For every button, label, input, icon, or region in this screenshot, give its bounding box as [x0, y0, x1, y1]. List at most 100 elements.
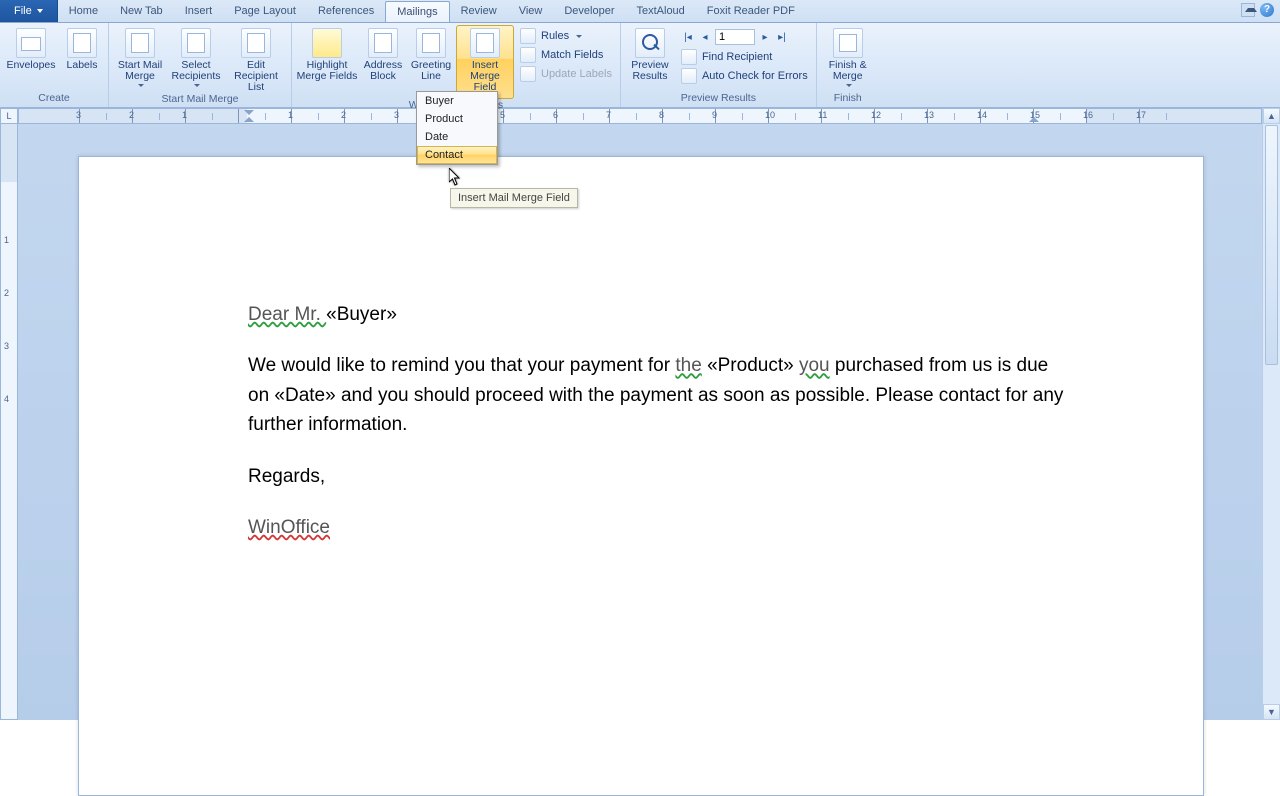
p1-product-field: «Product» [707, 355, 794, 376]
auto-check-errors-button[interactable]: Auto Check for Errors [677, 67, 812, 85]
tab-mailings[interactable]: Mailings [385, 1, 449, 22]
record-navigator: |◂ ◂ ▸ ▸| [677, 27, 812, 47]
tab-strip: File Home New Tab Insert Page Layout Ref… [0, 0, 1280, 23]
group-preview-label: Preview Results [625, 92, 812, 107]
group-preview-results: Preview Results |◂ ◂ ▸ ▸| Find Recipient… [621, 23, 817, 107]
rules-label: Rules [541, 30, 569, 42]
group-finish: Finish & Merge Finish [817, 23, 879, 107]
insert-merge-field-label: Insert Merge Field [457, 60, 513, 93]
caret-down-icon [37, 9, 43, 13]
rules-icon [520, 28, 536, 44]
tab-developer[interactable]: Developer [553, 1, 625, 22]
match-fields-icon [520, 47, 536, 63]
caret-down-icon [138, 84, 144, 87]
p1-the: the [675, 355, 701, 376]
tab-insert[interactable]: Insert [174, 1, 224, 22]
merge-field-item-date[interactable]: Date [417, 128, 497, 146]
tab-home[interactable]: Home [58, 1, 109, 22]
edit-recipient-list-label: Edit Recipient List [225, 60, 287, 93]
start-mail-merge-label: Start Mail Merge [118, 60, 162, 82]
highlight-icon [312, 28, 342, 58]
document-workspace: L 3211234567891011121314151617 1234 ▲ ▼ … [0, 108, 1280, 720]
scroll-up-button[interactable]: ▲ [1263, 108, 1280, 124]
edit-recipient-list-button[interactable]: Edit Recipient List [225, 25, 287, 93]
update-labels-button: Update Labels [516, 65, 616, 83]
preview-results-button[interactable]: Preview Results [625, 25, 675, 82]
tab-page-layout[interactable]: Page Layout [223, 1, 307, 22]
merge-field-item-contact[interactable]: Contact [417, 146, 497, 164]
edit-recipient-list-icon [241, 28, 271, 58]
envelope-icon [16, 28, 46, 58]
scroll-down-button[interactable]: ▼ [1263, 704, 1280, 720]
write-small-buttons: Rules Match Fields Update Labels [516, 25, 616, 83]
labels-button[interactable]: Labels [60, 25, 104, 71]
greeting-line-button[interactable]: Greeting Line [408, 25, 454, 82]
tab-textaloud[interactable]: TextAloud [625, 1, 695, 22]
labels-label: Labels [67, 60, 98, 71]
caret-down-icon [846, 84, 852, 87]
last-record-button[interactable]: ▸| [775, 30, 789, 44]
envelopes-button[interactable]: Envelopes [4, 25, 58, 71]
address-block-icon [368, 28, 398, 58]
match-fields-button[interactable]: Match Fields [516, 46, 616, 64]
horizontal-ruler[interactable]: 3211234567891011121314151617 [18, 108, 1262, 124]
select-recipients-icon [181, 28, 211, 58]
auto-check-icon [681, 68, 697, 84]
match-fields-label: Match Fields [541, 49, 603, 61]
tab-review[interactable]: Review [450, 1, 508, 22]
ruler-corner[interactable]: L [0, 108, 18, 124]
tooltip-insert-merge-field: Insert Mail Merge Field [450, 188, 578, 208]
address-block-label: Address Block [364, 60, 403, 82]
select-recipients-button[interactable]: Select Recipients [169, 25, 223, 87]
first-record-button[interactable]: |◂ [681, 30, 695, 44]
ruler-top-margin [1, 124, 17, 182]
update-labels-icon [520, 66, 536, 82]
vertical-ruler[interactable]: 1234 [0, 124, 18, 720]
hanging-indent-marker[interactable] [244, 108, 254, 123]
scroll-thumb[interactable] [1265, 125, 1278, 365]
address-block-button[interactable]: Address Block [360, 25, 406, 82]
p1c: and you should proceed with the payment … [248, 385, 1063, 435]
find-recipient-icon [681, 49, 697, 65]
right-indent-marker[interactable] [1029, 108, 1039, 123]
greeting-pre: Dear Mr. [248, 304, 326, 325]
highlight-merge-fields-button[interactable]: Highlight Merge Fields [296, 25, 358, 82]
preview-results-label: Preview Results [631, 60, 668, 82]
tab-references[interactable]: References [307, 1, 385, 22]
insert-merge-field-icon [470, 28, 500, 58]
greeting-line-icon [416, 28, 446, 58]
caret-down-icon [576, 35, 582, 38]
start-mail-merge-button[interactable]: Start Mail Merge [113, 25, 167, 87]
document-body[interactable]: Dear Mr. «Buyer» We would like to remind… [248, 300, 1073, 565]
tab-new-tab[interactable]: New Tab [109, 1, 174, 22]
signature-text: WinOffice [248, 517, 330, 538]
greeting-line-label: Greeting Line [411, 60, 451, 82]
next-record-button[interactable]: ▸ [758, 30, 772, 44]
merge-field-item-product[interactable]: Product [417, 110, 497, 128]
ribbon-mailings: Envelopes Labels Create Start Mail Merge… [0, 23, 1280, 108]
merge-field-item-buyer[interactable]: Buyer [417, 92, 497, 110]
record-number-input[interactable] [715, 29, 755, 45]
highlight-label: Highlight Merge Fields [297, 60, 358, 82]
file-tab-label: File [14, 0, 32, 22]
file-tab[interactable]: File [0, 0, 58, 22]
prev-record-button[interactable]: ◂ [698, 30, 712, 44]
group-start-label: Start Mail Merge [113, 93, 287, 107]
caret-down-icon [194, 84, 200, 87]
group-create-label: Create [4, 92, 104, 107]
tab-view[interactable]: View [508, 1, 554, 22]
greeting-field-buyer: «Buyer» [326, 304, 397, 325]
vertical-scrollbar[interactable]: ▲ ▼ [1262, 108, 1280, 720]
help-icon[interactable]: ? [1260, 3, 1274, 17]
minimize-ribbon-icon[interactable] [1241, 3, 1255, 17]
find-recipient-label: Find Recipient [702, 51, 772, 63]
finish-merge-button[interactable]: Finish & Merge [821, 25, 875, 87]
insert-merge-field-button[interactable]: Insert Merge Field [456, 25, 514, 99]
greeting-line: Dear Mr. «Buyer» [248, 300, 1073, 329]
envelopes-label: Envelopes [6, 60, 55, 71]
p1-you: you [799, 355, 830, 376]
tab-foxit-pdf[interactable]: Foxit Reader PDF [696, 1, 806, 22]
find-recipient-button[interactable]: Find Recipient [677, 48, 812, 66]
rules-button[interactable]: Rules [516, 27, 616, 45]
document-page[interactable]: Dear Mr. «Buyer» We would like to remind… [78, 156, 1204, 796]
